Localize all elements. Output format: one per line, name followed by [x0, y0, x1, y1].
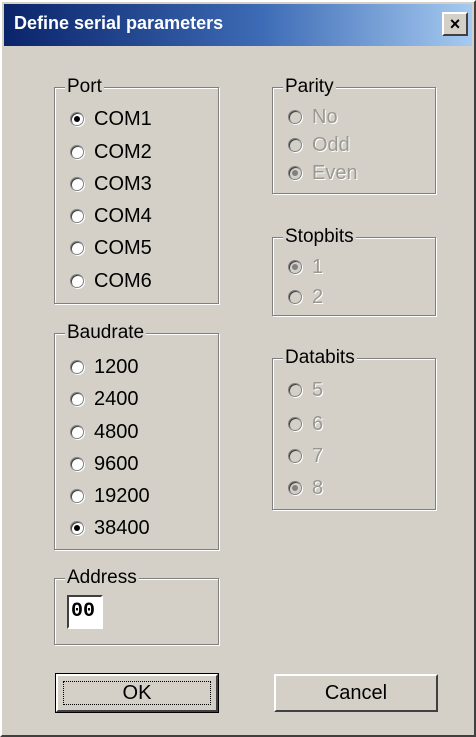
radio-label: COM2 [94, 140, 152, 163]
radio-label: Odd [312, 133, 350, 156]
radio-stopbits-1: 1 [288, 254, 323, 280]
baudrate-group: Baudrate 1200 2400 4800 9600 19200 38400 [54, 322, 219, 550]
address-input[interactable]: 00 [67, 595, 103, 629]
radio-label: 9600 [94, 452, 139, 475]
baudrate-group-label: Baudrate [65, 322, 147, 344]
radio-label: 4800 [94, 420, 139, 443]
radio-label: COM3 [94, 172, 152, 195]
radio-checked-icon [70, 112, 84, 126]
address-group: Address 00 [54, 567, 219, 645]
radio-icon [288, 383, 302, 397]
databits-group-label: Databits [283, 347, 357, 369]
radio-label: 7 [312, 444, 324, 467]
radio-icon [70, 274, 84, 288]
radio-com2[interactable]: COM2 [70, 139, 152, 165]
radio-label: COM5 [94, 236, 152, 259]
radio-baud-4800[interactable]: 4800 [70, 419, 139, 445]
window-title: Define serial parameters [14, 13, 224, 33]
radio-checked-icon [288, 481, 302, 495]
dialog-window: Define serial parameters × Port COM1 COM… [0, 0, 476, 737]
radio-parity-even: Even [288, 160, 358, 186]
radio-checked-icon [288, 166, 302, 180]
radio-baud-19200[interactable]: 19200 [70, 483, 150, 509]
radio-icon [70, 392, 84, 406]
radio-baud-1200[interactable]: 1200 [70, 354, 139, 380]
databits-group: Databits 5 6 7 8 [272, 347, 436, 510]
radio-icon [70, 177, 84, 191]
radio-stopbits-2: 2 [288, 284, 323, 310]
radio-label: 1 [312, 255, 324, 278]
radio-icon [70, 241, 84, 255]
stopbits-group: Stopbits 1 2 [272, 226, 436, 316]
radio-label: COM1 [94, 107, 152, 130]
radio-databits-7: 7 [288, 443, 323, 469]
radio-com4[interactable]: COM4 [70, 203, 152, 229]
radio-parity-no: No [288, 104, 338, 130]
parity-group-label: Parity [283, 76, 336, 98]
radio-parity-odd: Odd [288, 132, 350, 158]
radio-icon [70, 360, 84, 374]
radio-databits-6: 6 [288, 411, 323, 437]
radio-com5[interactable]: COM5 [70, 235, 152, 261]
radio-baud-2400[interactable]: 2400 [70, 386, 139, 412]
parity-group: Parity No Odd Even [272, 76, 436, 194]
radio-label: 38400 [94, 516, 150, 539]
radio-icon [70, 457, 84, 471]
radio-icon [70, 489, 84, 503]
stopbits-group-label: Stopbits [283, 226, 356, 248]
radio-com6[interactable]: COM6 [70, 268, 152, 294]
radio-label: 1200 [94, 355, 139, 378]
radio-databits-5: 5 [288, 377, 323, 403]
radio-label: 8 [312, 476, 324, 499]
radio-label: 5 [312, 378, 324, 401]
radio-checked-icon [288, 260, 302, 274]
address-group-label: Address [65, 567, 139, 589]
radio-icon [288, 290, 302, 304]
radio-baud-38400[interactable]: 38400 [70, 515, 150, 541]
radio-databits-8: 8 [288, 475, 323, 501]
port-group: Port COM1 COM2 COM3 COM4 COM5 COM6 [54, 76, 219, 304]
radio-icon [288, 449, 302, 463]
close-button[interactable]: × [442, 12, 468, 36]
radio-icon [70, 145, 84, 159]
radio-label: 2400 [94, 387, 139, 410]
port-group-label: Port [65, 76, 104, 98]
radio-label: COM4 [94, 204, 152, 227]
radio-label: COM6 [94, 269, 152, 292]
title-bar[interactable]: Define serial parameters × [4, 4, 472, 46]
radio-label: 6 [312, 412, 324, 435]
radio-icon [288, 138, 302, 152]
cancel-button-label: Cancel [324, 681, 388, 704]
focus-rect [63, 681, 211, 705]
radio-label: 19200 [94, 484, 150, 507]
radio-icon [70, 209, 84, 223]
radio-com1[interactable]: COM1 [70, 106, 152, 132]
radio-label: No [312, 105, 338, 128]
radio-label: Even [312, 161, 358, 184]
radio-checked-icon [70, 521, 84, 535]
radio-label: 2 [312, 285, 324, 308]
cancel-button[interactable]: Cancel [274, 674, 438, 712]
close-icon: × [449, 14, 461, 34]
radio-icon [288, 110, 302, 124]
radio-com3[interactable]: COM3 [70, 171, 152, 197]
radio-icon [288, 417, 302, 431]
ok-button[interactable]: OK [55, 673, 219, 713]
radio-icon [70, 425, 84, 439]
radio-baud-9600[interactable]: 9600 [70, 451, 139, 477]
